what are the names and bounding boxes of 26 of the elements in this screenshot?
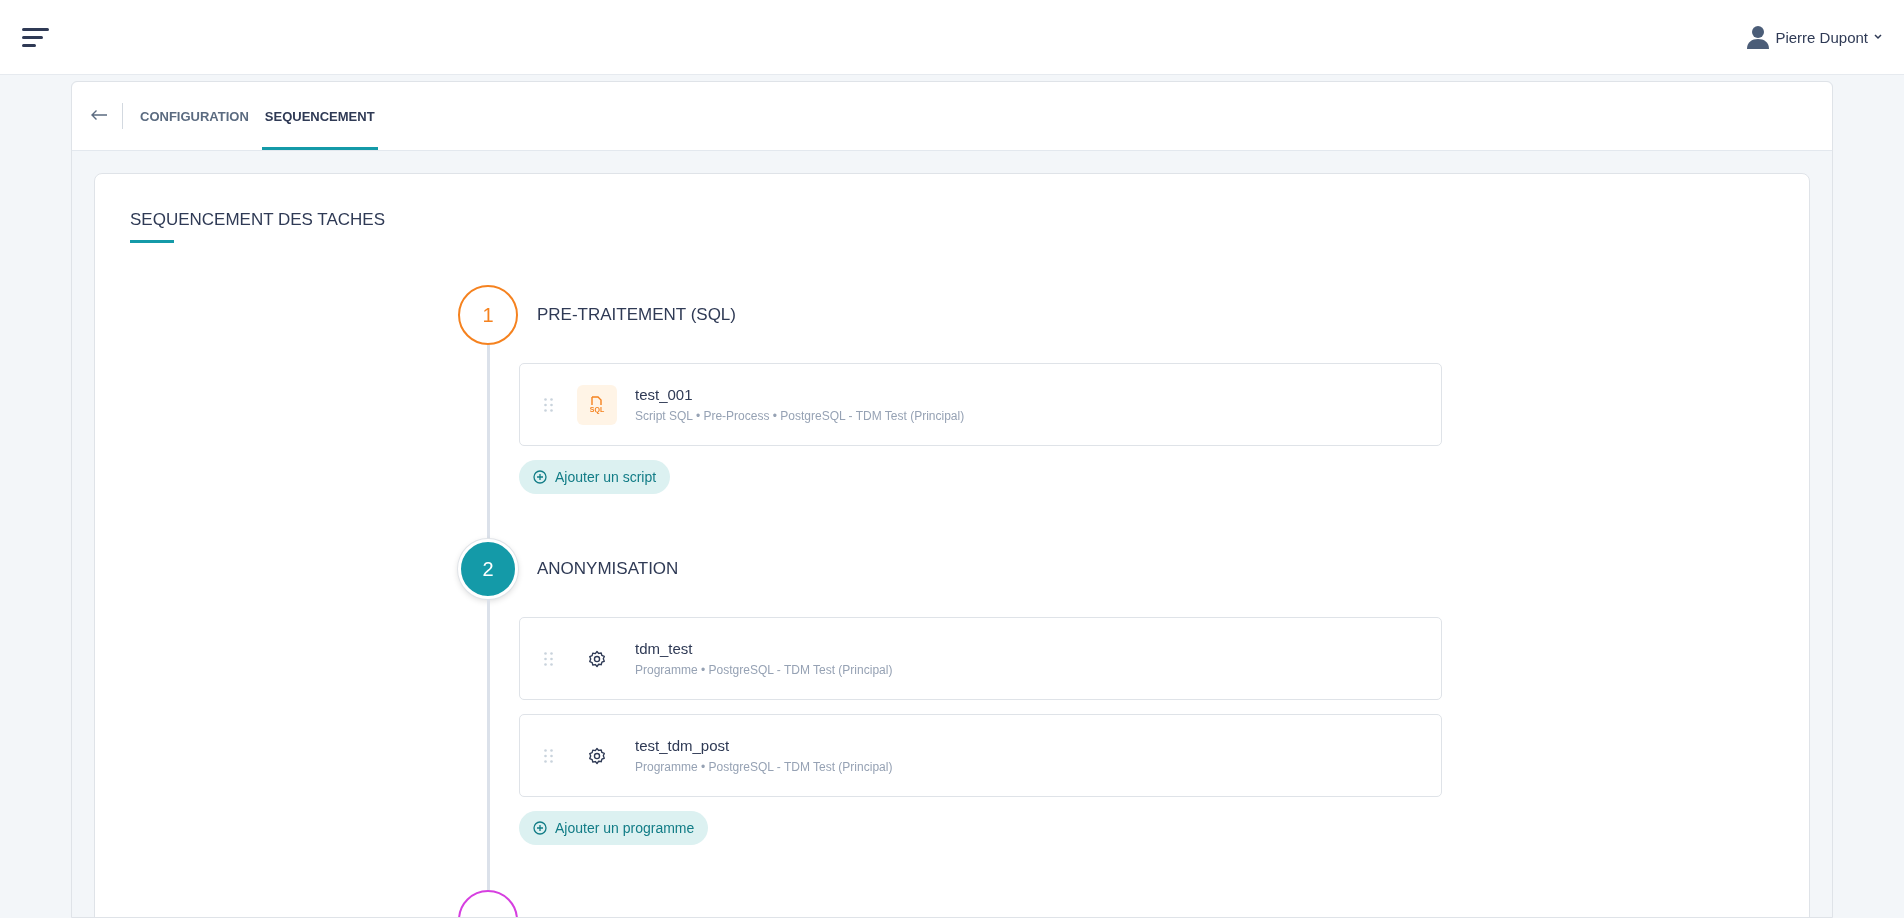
gear-icon [588, 649, 606, 668]
task-name: tdm_test [635, 640, 694, 657]
tab[interactable]: CONFIGURATION [137, 82, 252, 150]
menu-icon[interactable] [22, 27, 49, 47]
tab[interactable]: SEQUENCEMENT [261, 82, 378, 150]
section-title: SEQUENCEMENT DES TACHES [130, 210, 386, 230]
plus-circle-icon [533, 821, 547, 835]
drag-handle-icon[interactable] [544, 397, 553, 412]
chevron-down-icon [1874, 34, 1882, 40]
drag-handle-icon[interactable] [544, 651, 553, 666]
gear-icon [588, 746, 606, 765]
task-name: test_tdm_post [635, 737, 731, 754]
task-details: Programme • PostgreSQL - TDM Test (Principal) [635, 760, 893, 774]
task-details: Programme • PostgreSQL - TDM Test (Principal) [635, 663, 893, 677]
add-button[interactable]: Ajouter un script [519, 460, 671, 494]
step-title: PRE-TRAITEMENT (SQL) [536, 304, 737, 326]
user-avatar-icon [1747, 25, 1770, 49]
step-number: 2 [458, 539, 518, 599]
step-title: ANONYMISATION [536, 558, 680, 580]
step-number: 1 [458, 285, 518, 345]
user-menu[interactable]: Pierre Dupont [1747, 25, 1882, 49]
drag-handle-icon[interactable] [544, 748, 553, 763]
task-details: Script SQL • Pre-Process • PostgreSQL - TDM Test (Principal) [635, 409, 965, 423]
task-name: test_001 [635, 386, 694, 403]
plus-circle-icon [533, 470, 547, 484]
add-button[interactable]: Ajouter un programme [519, 811, 709, 845]
